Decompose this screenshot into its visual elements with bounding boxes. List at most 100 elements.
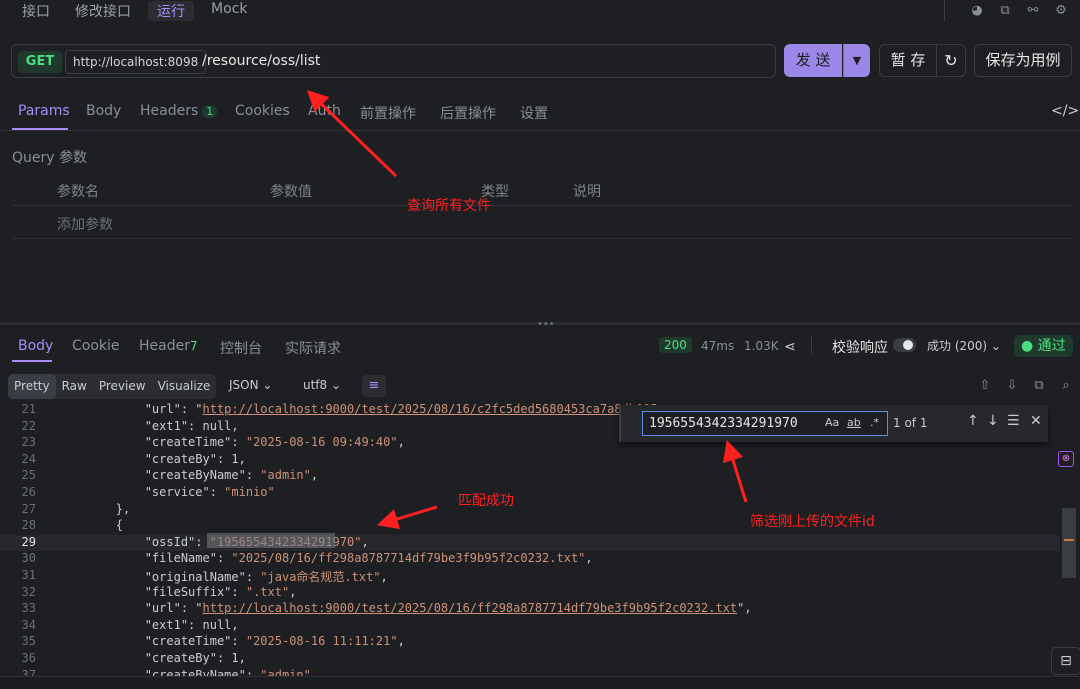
base-url[interactable]: http://localhost:8098 [65, 50, 207, 74]
tab-run[interactable]: 运行 [148, 1, 194, 21]
copy-response-icon[interactable]: ⧉ [1030, 377, 1048, 395]
row-divider [12, 205, 1072, 206]
code-icon[interactable]: </> [1051, 103, 1079, 119]
refresh-icon[interactable]: ↻ [936, 44, 966, 77]
code-line: 32 "fileSuffix": ".txt", [0, 585, 1060, 602]
match-case-toggle[interactable]: Aa [825, 416, 839, 429]
line-text: "ext1": null, [58, 418, 239, 433]
response-code-view[interactable]: 21 "url": "http://localhost:9000/test/20… [0, 402, 1060, 676]
resp-tab-actual-request[interactable]: 实际请求 [285, 338, 341, 358]
line-number: 37 [21, 667, 36, 676]
save-case-button[interactable]: 保存为用例 [974, 44, 1072, 77]
view-preview[interactable]: Preview [93, 374, 152, 399]
close-find-icon[interactable]: ✕ [1030, 413, 1042, 429]
scrollbar-match-marker [1064, 539, 1074, 541]
line-number: 21 [21, 402, 36, 416]
settings-icon[interactable]: ⚙ [1052, 2, 1070, 20]
resp-tab-header-label: Header [139, 338, 190, 354]
line-text: "createTime": "2025-08-16 11:11:21", [58, 634, 405, 649]
resp-tab-header[interactable]: Header7 [139, 338, 198, 354]
top-tab-bar: 接口 修改接口 运行 Mock ◕ ⧉ ⚯ ⚙ [0, 0, 1080, 24]
send-button[interactable]: 发 送 [784, 44, 842, 77]
result-text: 成功 (200) [927, 339, 988, 353]
draft-button[interactable]: 暂 存 [879, 44, 937, 77]
share-response-icon[interactable]: ⋖ [784, 339, 796, 355]
col-param-name: 参数名 [57, 184, 99, 200]
search-icon[interactable]: ⌕ [1057, 377, 1075, 395]
view-visualize[interactable]: Visualize [152, 374, 217, 399]
view-pretty[interactable]: Pretty [8, 374, 56, 399]
line-text: "url": "http://localhost:9000/test/2025/… [58, 402, 658, 416]
response-time: 47ms [701, 339, 735, 353]
line-number: 27 [21, 501, 36, 516]
line-number: 36 [21, 651, 36, 665]
tab-interface[interactable]: 接口 [22, 1, 50, 21]
prev-match-icon[interactable]: ↑ [967, 413, 979, 429]
line-text: "createByName": "admin", [58, 468, 319, 483]
layout-toggle-icon[interactable]: ⊟ [1051, 647, 1080, 675]
tab-params[interactable]: Params [18, 103, 70, 119]
view-raw[interactable]: Raw [56, 374, 93, 399]
tab-cookies[interactable]: Cookies [235, 103, 290, 119]
result-dropdown[interactable]: 成功 (200) ⌄ [927, 337, 1001, 354]
line-number: 25 [21, 468, 36, 483]
headers-count-badge: 1 [202, 105, 218, 118]
path-input[interactable]: /resource/oss/list [202, 53, 320, 69]
validate-toggle[interactable] [893, 338, 916, 352]
search-match-highlight [207, 533, 335, 548]
tab-body[interactable]: Body [86, 103, 121, 119]
line-number: 22 [21, 418, 36, 433]
row-divider [12, 238, 1072, 239]
line-number: 31 [21, 568, 36, 582]
method-badge[interactable]: GET [18, 51, 62, 73]
upload-icon[interactable]: ⇧ [976, 377, 994, 395]
response-size: 1.03K [744, 339, 779, 353]
code-line: 36 "createBy": 1, [0, 651, 1060, 668]
resp-tab-body[interactable]: Body [18, 338, 53, 354]
copy-icon[interactable]: ⧉ [996, 2, 1014, 20]
tab-mock[interactable]: Mock [211, 1, 247, 17]
resp-tab-console[interactable]: 控制台 [220, 338, 262, 358]
ai-assistant-icon[interactable]: ⊗ [1058, 451, 1074, 467]
format-select[interactable]: JSON ⌄ [229, 378, 272, 392]
tab-pre-script[interactable]: 前置操作 [360, 103, 416, 123]
next-match-icon[interactable]: ↓ [987, 413, 999, 429]
tab-auth[interactable]: Auth [308, 103, 341, 119]
annotation-filter-id: 筛选刚上传的文件id [750, 514, 875, 530]
status-footer [0, 676, 1080, 689]
download-icon[interactable]: ⇩ [1003, 377, 1021, 395]
regex-toggle[interactable]: .* [870, 416, 879, 429]
share-icon[interactable]: ⚯ [1024, 2, 1042, 20]
tab-post-script[interactable]: 后置操作 [440, 103, 496, 123]
find-match-count: 1 of 1 [893, 416, 928, 430]
tab-settings[interactable]: 设置 [520, 103, 548, 123]
drag-handle-icon[interactable]: ••• [537, 319, 555, 330]
line-text: "ext1": null, [58, 617, 239, 632]
url-bar[interactable]: GET http://localhost:8098 /resource/oss/… [11, 44, 776, 78]
active-tab-indicator [12, 128, 68, 130]
line-text: "createByName": "admin", [58, 667, 319, 676]
tab-edit-interface[interactable]: 修改接口 [75, 1, 131, 21]
divider [944, 0, 945, 22]
pass-badge: ● 通过 [1014, 335, 1073, 357]
code-line: 35 "createTime": "2025-08-16 11:11:21", [0, 634, 1060, 651]
status-code-badge: 200 [659, 337, 692, 353]
send-dropdown-icon[interactable]: ▼ [843, 44, 870, 77]
palette-icon[interactable]: ◕ [968, 2, 986, 20]
find-widget: 1956554342334291970 Aa ab .* 1 of 1 ↑ ↓ … [619, 405, 1048, 442]
line-number: 26 [21, 485, 36, 499]
code-line: 24 "createBy": 1, [0, 452, 1060, 469]
wrap-icon[interactable]: ≡ [362, 375, 386, 397]
active-resp-tab-indicator [12, 360, 52, 362]
whole-word-toggle[interactable]: ab [847, 416, 861, 429]
line-text: "originalName": "java命名规范.txt", [58, 570, 388, 584]
add-param-input[interactable]: 添加参数 [57, 214, 113, 234]
resp-tab-cookie[interactable]: Cookie [72, 338, 120, 354]
header-count: 7 [189, 339, 198, 353]
find-in-selection-icon[interactable]: ☰ [1007, 413, 1020, 429]
line-text: "createBy": 1, [58, 651, 246, 665]
encoding-select[interactable]: utf8 ⌄ [303, 378, 341, 392]
col-param-value: 参数值 [270, 184, 312, 200]
scrollbar-thumb[interactable] [1062, 508, 1076, 578]
tab-headers[interactable]: Headers 1 [140, 103, 218, 119]
